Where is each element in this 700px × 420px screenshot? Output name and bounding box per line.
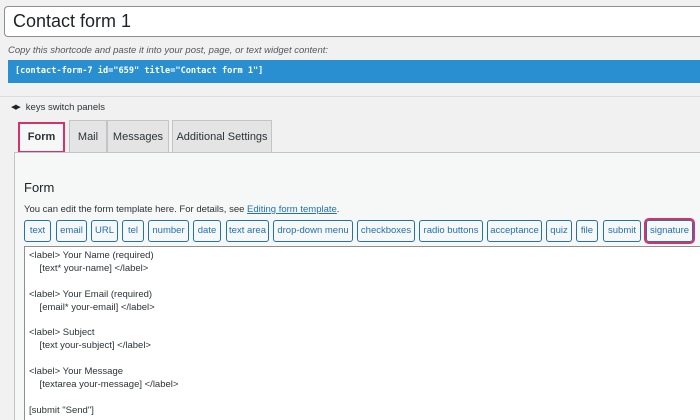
shortcode-hint: Copy this shortcode and paste it into yo… bbox=[8, 45, 329, 56]
form-panel: Form You can edit the form template here… bbox=[14, 152, 700, 420]
tab-form[interactable]: Form bbox=[18, 122, 65, 153]
tag-button-text-area[interactable]: text area bbox=[226, 220, 269, 242]
tag-button-date[interactable]: date bbox=[193, 220, 221, 242]
left-right-arrows-icon: ◀▶ bbox=[11, 104, 21, 111]
tag-button-file[interactable]: file bbox=[576, 220, 598, 242]
tag-button-tel[interactable]: tel bbox=[122, 220, 144, 242]
keys-hint: ◀▶ keys switch panels bbox=[11, 101, 105, 113]
tag-button-signature[interactable]: signature bbox=[644, 218, 695, 244]
panel-description: You can edit the form template here. For… bbox=[24, 204, 339, 215]
tag-button-checkboxes[interactable]: checkboxes bbox=[357, 220, 415, 242]
tag-button-text[interactable]: text bbox=[24, 220, 51, 242]
tab-messages[interactable]: Messages bbox=[107, 120, 169, 153]
tag-button-submit[interactable]: submit bbox=[603, 220, 641, 242]
tag-button-radio-buttons[interactable]: radio buttons bbox=[419, 220, 483, 242]
tag-button-drop-down-menu[interactable]: drop-down menu bbox=[273, 220, 353, 242]
divider bbox=[0, 96, 700, 97]
description-text: You can edit the form template here. For… bbox=[24, 204, 245, 215]
tag-button-email[interactable]: email bbox=[56, 220, 87, 242]
tab-additional-settings[interactable]: Additional Settings bbox=[172, 120, 272, 153]
tag-button-acceptance[interactable]: acceptance bbox=[487, 220, 542, 242]
tag-button-url[interactable]: URL bbox=[91, 220, 118, 242]
description-end: . bbox=[336, 204, 340, 215]
tag-button-quiz[interactable]: quiz bbox=[546, 220, 572, 242]
keys-hint-text: keys switch panels bbox=[25, 101, 105, 113]
editing-form-template-link[interactable]: Editing form template bbox=[247, 204, 337, 215]
tab-mail[interactable]: Mail bbox=[69, 120, 107, 153]
panel-heading: Form bbox=[24, 180, 55, 195]
form-title-input[interactable] bbox=[4, 6, 700, 37]
shortcode-field[interactable]: [contact-form-7 id="659" title="Contact … bbox=[8, 60, 700, 83]
form-template-editor[interactable]: <label> Your Name (required) [text* your… bbox=[24, 246, 700, 420]
tag-button-number[interactable]: number bbox=[148, 220, 189, 242]
